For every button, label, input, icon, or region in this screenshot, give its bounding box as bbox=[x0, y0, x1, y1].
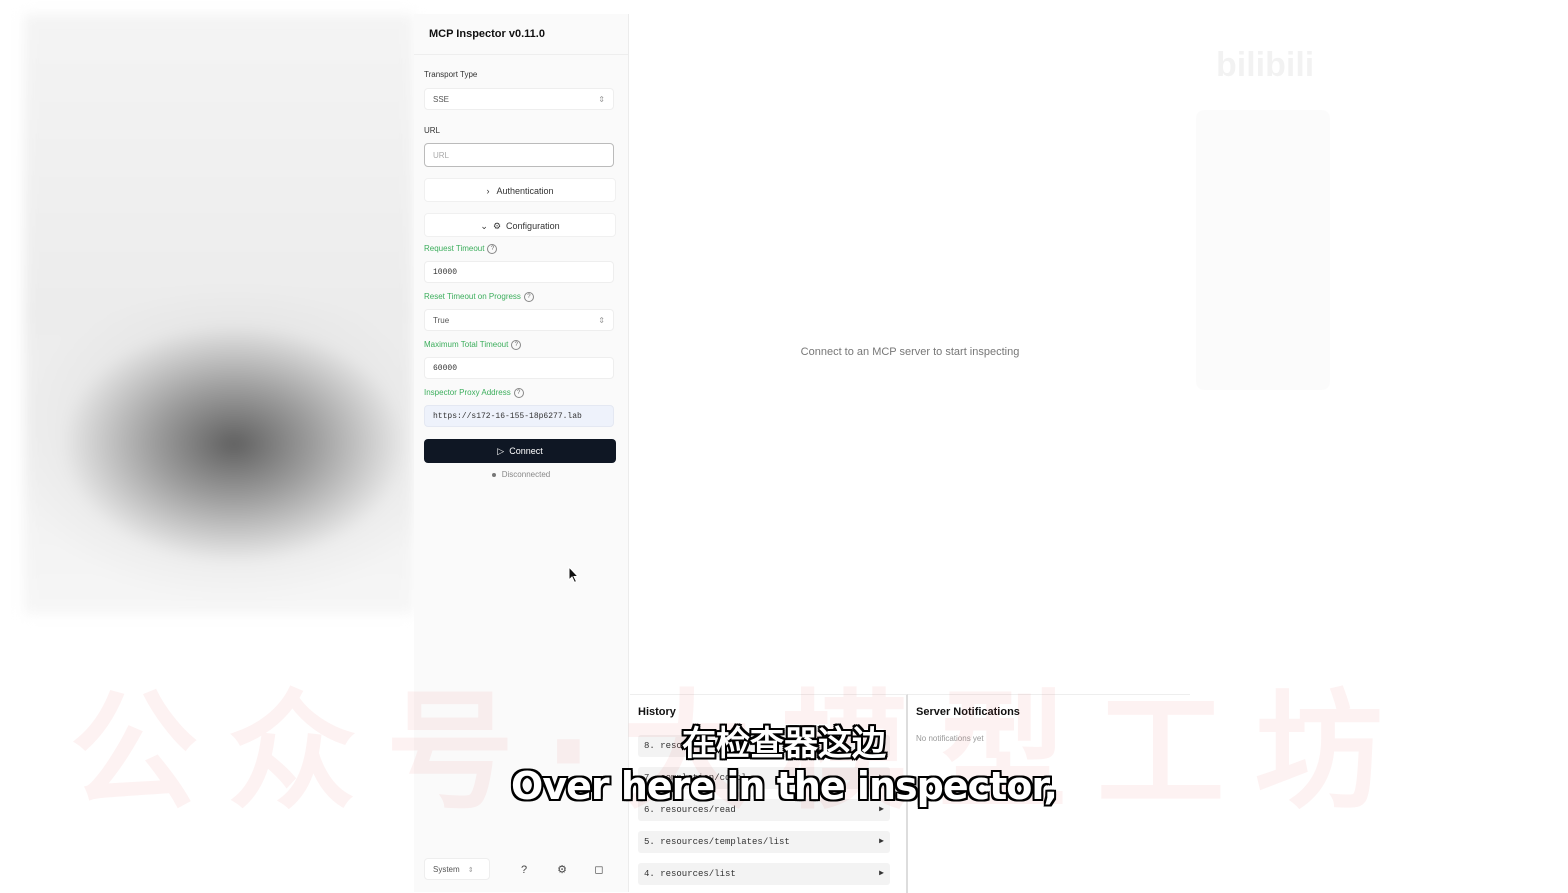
help-circle-icon[interactable]: ? bbox=[516, 862, 532, 878]
chevron-down-icon: ⌄ bbox=[480, 221, 488, 231]
max-timeout-input[interactable]: 60000 bbox=[424, 357, 614, 379]
transport-type-label: Transport Type bbox=[424, 70, 478, 79]
max-timeout-label: Maximum Total Timeout? bbox=[424, 340, 522, 350]
proxy-address-label-text: Inspector Proxy Address bbox=[424, 388, 511, 398]
bilibili-watermark: bilibili bbox=[1216, 46, 1315, 84]
chevron-right-icon: › bbox=[486, 186, 490, 196]
configuration-button[interactable]: ⌄ ⚙ Configuration bbox=[424, 213, 616, 237]
reset-timeout-value: True bbox=[433, 316, 450, 325]
history-item-label: 4. resources/list bbox=[644, 869, 736, 879]
history-item[interactable]: 4. resources/list ▶ bbox=[638, 863, 890, 885]
help-icon[interactable]: ? bbox=[511, 340, 522, 350]
request-timeout-label-text: Request Timeout bbox=[424, 244, 485, 254]
authentication-button[interactable]: › Authentication bbox=[424, 178, 616, 202]
configuration-label: Configuration bbox=[506, 221, 560, 231]
proxy-address-input[interactable]: https://s172-16-155-18p6277.lab bbox=[424, 405, 614, 427]
transport-type-value: SSE bbox=[433, 95, 450, 104]
proxy-address-label: Inspector Proxy Address? bbox=[424, 388, 524, 398]
mouse-cursor-icon bbox=[568, 566, 580, 584]
status-text: Disconnected bbox=[501, 470, 551, 479]
play-icon: ▷ bbox=[497, 446, 505, 456]
title-divider bbox=[414, 54, 628, 55]
url-input[interactable]: URL bbox=[424, 143, 614, 167]
expand-arrow-icon: ▶ bbox=[879, 837, 884, 846]
authentication-label: Authentication bbox=[496, 186, 554, 196]
select-arrows-icon: ⇕ bbox=[467, 867, 474, 874]
request-timeout-label: Request Timeout? bbox=[424, 244, 498, 254]
reset-timeout-select[interactable]: True ⇕ bbox=[424, 309, 614, 331]
history-item[interactable]: 5. resources/templates/list ▶ bbox=[638, 831, 890, 853]
gear-icon: ⚙ bbox=[492, 221, 502, 231]
app-title: MCP Inspector v0.11.0 bbox=[429, 28, 545, 40]
select-arrows-icon: ⇕ bbox=[598, 95, 605, 104]
max-timeout-label-text: Maximum Total Timeout bbox=[424, 340, 509, 350]
subtitle-english: Over here in the inspector, bbox=[511, 764, 1058, 808]
status-dot-icon bbox=[491, 472, 496, 477]
select-arrows-icon: ⇕ bbox=[598, 316, 605, 325]
empty-state-message: Connect to an MCP server to start inspec… bbox=[800, 346, 1020, 358]
theme-value: System bbox=[433, 865, 460, 874]
connect-label: Connect bbox=[509, 446, 543, 456]
connect-button[interactable]: ▷ Connect bbox=[424, 439, 616, 463]
subtitle-chinese: 在检查器这边 bbox=[682, 724, 886, 764]
reset-timeout-label-text: Reset Timeout on Progress bbox=[424, 292, 521, 302]
github-icon[interactable]: ◻ bbox=[591, 862, 607, 878]
bug-icon[interactable]: ⚙ bbox=[554, 862, 570, 878]
history-item-label: 5. resources/templates/list bbox=[644, 837, 790, 847]
reset-timeout-label: Reset Timeout on Progress? bbox=[424, 292, 534, 302]
blurred-background-panel bbox=[24, 14, 414, 614]
transport-type-select[interactable]: SSE ⇕ bbox=[424, 88, 614, 110]
help-icon[interactable]: ? bbox=[523, 292, 534, 302]
request-timeout-input[interactable]: 10000 bbox=[424, 261, 614, 283]
url-label: URL bbox=[424, 126, 441, 135]
expand-arrow-icon: ▶ bbox=[879, 869, 884, 878]
help-icon[interactable]: ? bbox=[487, 244, 498, 254]
theme-select[interactable]: System ⇕ bbox=[424, 858, 490, 880]
connection-status: Disconnected bbox=[414, 470, 628, 479]
faded-overlay-panel bbox=[1196, 110, 1330, 390]
help-icon[interactable]: ? bbox=[513, 388, 524, 398]
